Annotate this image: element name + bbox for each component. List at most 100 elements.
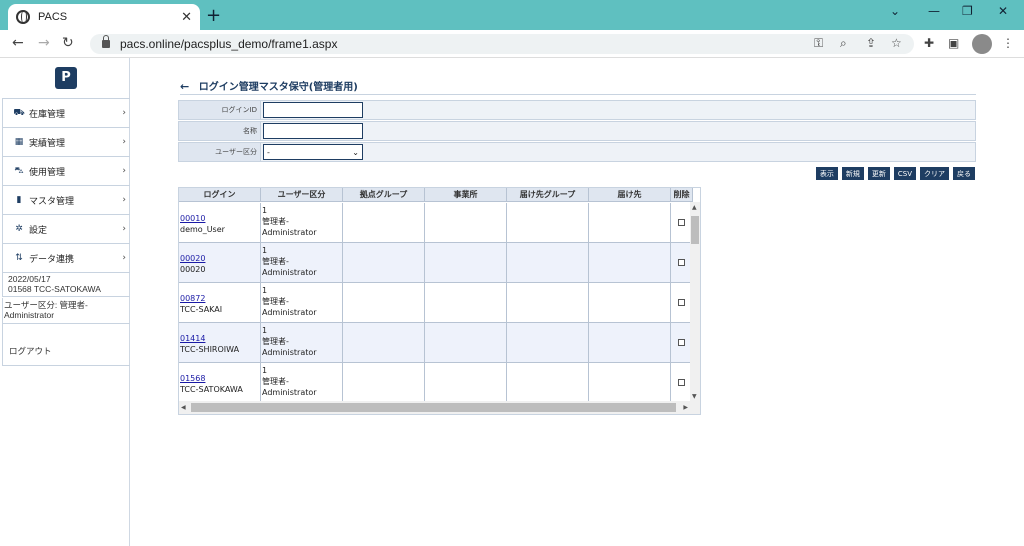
scroll-left-icon[interactable]: ◀ [181,404,186,411]
column-header[interactable]: 届け先グループ [507,188,589,201]
sidepanel-icon[interactable]: ▣ [948,36,959,50]
type-name: 管理者- [262,337,289,346]
dest-cell [589,283,671,322]
session-info: 2022/05/17 01568 TCC-SATOKAWA [2,273,130,297]
login-id-link[interactable]: 01414 [180,333,260,344]
chevron-right-icon: › [122,108,126,118]
logout-link[interactable]: ログアウト [2,324,130,366]
share-icon[interactable]: ⇪ [866,36,876,50]
address-bar: ← → ↻ pacs.online/pacsplus_demo/frame1.a… [0,30,1024,58]
type-name-en: Administrator [262,228,317,237]
back-button[interactable]: 戻る [953,167,975,180]
sidebar-item-data-sync[interactable]: ⇅ データ連携 › [2,244,130,273]
horizontal-scrollbar[interactable]: ◀ ▶ [179,401,700,414]
column-header[interactable]: ログイン [179,188,261,201]
sidebar-item-settings[interactable]: ✲ 設定 › [2,215,130,244]
delete-checkbox[interactable] [678,219,685,226]
browser-tab[interactable]: PACS ✕ [8,4,200,30]
file-icon: ▮ [16,195,22,205]
column-header[interactable]: 事業所 [425,188,507,201]
login-name: TCC-SAKAI [180,305,223,314]
base-group-cell [343,243,425,282]
key-icon[interactable]: ⚿ [814,36,823,51]
user-type-cell: 1 管理者- Administrator [261,363,343,402]
url-field[interactable]: pacs.online/pacsplus_demo/frame1.aspx [90,34,914,54]
user-type-cell: 1 管理者- Administrator [261,203,343,242]
login-id-link[interactable]: 00020 [180,253,260,264]
show-button[interactable]: 表示 [815,167,838,180]
login-id-row: ログインID [178,100,976,120]
sidebar-item-label: データ連携 [29,254,75,265]
globe-icon [16,10,30,24]
user-type-select[interactable]: - ⌄ [263,144,363,160]
column-header[interactable]: 削除 [671,188,693,201]
table-row: 01414 TCC-SHIROIWA 1 管理者- Administrator [179,323,693,363]
sidebar-item-label: 実績管理 [29,138,66,149]
menu-kebab-icon[interactable]: ⋮ [1002,36,1014,50]
new-tab-button[interactable]: + [206,5,221,26]
clear-button[interactable]: クリア [920,167,949,180]
sidebar-item-label: マスタ管理 [29,196,75,207]
login-name: demo_User [180,225,225,234]
login-id-link[interactable]: 01568 [180,373,260,384]
extensions-icon[interactable]: ✚ [924,36,934,50]
sidebar-item-inventory[interactable]: ⛟ 在庫管理 › [2,99,130,128]
delete-checkbox[interactable] [678,299,685,306]
logout-label[interactable]: ログアウト [9,346,52,356]
type-name-en: Administrator [262,388,317,397]
sidebar-item-usage[interactable]: ⛍ 使用管理 › [2,157,130,186]
scroll-down-icon[interactable]: ▼ [692,393,697,400]
grid-header: ログイン ユーザー区分 拠点グループ 事業所 届け先グループ 届け先 削除 [179,188,693,202]
column-header[interactable]: 拠点グループ [343,188,425,201]
window-close-button[interactable]: ✕ [998,4,1008,18]
zoom-icon[interactable]: ⌕ [840,36,847,51]
login-id-link[interactable]: 00010 [180,213,260,224]
chevron-right-icon: › [122,195,126,205]
delete-checkbox[interactable] [678,259,685,266]
forward-arrow-icon[interactable]: → [38,35,50,51]
type-name-en: Administrator [262,308,317,317]
chevron-right-icon: › [122,224,126,234]
user-type-cell: 1 管理者- Administrator [261,243,343,282]
session-date: 2022/05/17 [8,274,51,284]
vertical-scroll-thumb[interactable] [691,216,699,244]
bookmark-star-icon[interactable]: ☆ [891,36,902,50]
sidebar-item-results[interactable]: ▦ 実績管理 › [2,128,130,157]
restore-button[interactable]: ❐ [962,4,973,18]
avatar[interactable] [972,34,992,54]
tab-close-icon[interactable]: ✕ [181,10,192,25]
dest-cell [589,323,671,362]
table-icon: ▦ [14,137,24,147]
browser-tab-bar: PACS ✕ + ⌄ — ❐ ✕ [0,0,1024,30]
scroll-right-icon[interactable]: ▶ [683,404,688,411]
update-button[interactable]: 更新 [867,167,890,180]
minimize-button[interactable]: — [928,4,940,18]
sidebar-item-master[interactable]: ▮ マスタ管理 › [2,186,130,215]
chevron-right-icon: › [122,137,126,147]
column-header[interactable]: 届け先 [589,188,671,201]
csv-button[interactable]: CSV [893,167,916,180]
type-name: 管理者- [262,257,289,266]
vertical-scrollbar[interactable]: ▲ ▼ [690,202,700,402]
scroll-up-icon[interactable]: ▲ [692,204,697,211]
back-arrow-icon[interactable]: ← [12,35,24,51]
delete-checkbox[interactable] [678,339,685,346]
logo[interactable]: P [55,67,77,89]
name-input[interactable] [263,123,363,139]
delete-checkbox[interactable] [678,379,685,386]
login-id-input[interactable] [263,102,363,118]
back-arrow-icon[interactable]: ← [180,80,189,93]
dest-group-cell [507,243,589,282]
reload-icon[interactable]: ↻ [62,35,74,51]
office-cell [425,203,507,242]
login-cell: 01568 TCC-SATOKAWA [179,363,261,402]
login-id-link[interactable]: 00872 [180,293,260,304]
tab-search-icon[interactable]: ⌄ [890,4,900,18]
search-form: ログインID 名称 ユーザー区分 - ⌄ [178,100,976,163]
dest-cell [589,203,671,242]
horizontal-scroll-thumb[interactable] [191,403,676,412]
table-row: 00020 00020 1 管理者- Administrator [179,243,693,283]
new-button[interactable]: 新規 [841,167,864,180]
column-header[interactable]: ユーザー区分 [261,188,343,201]
dest-group-cell [507,363,589,402]
